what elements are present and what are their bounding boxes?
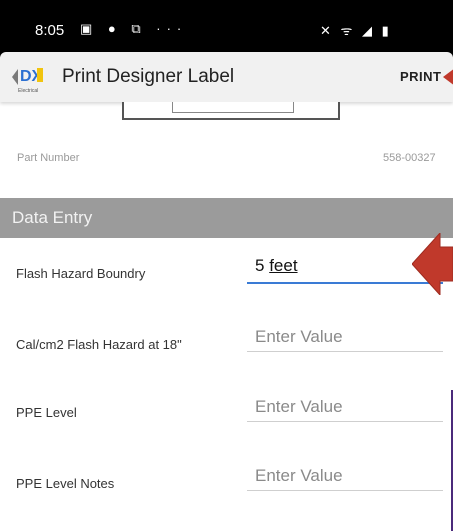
cal-flash-hazard-input[interactable] [247,322,443,352]
part-number-label: Part Number [17,152,80,164]
annotation-arrow-icon [412,233,453,295]
system-status-icons: ✕ ᯤ ◢ ▮ [320,23,392,38]
part-number-value: 558-00327 [383,152,436,164]
ppe-level-label: PPE Level [16,405,77,420]
cal-flash-hazard-label: Cal/cm2 Flash Hazard at 18" [16,337,182,352]
ppe-level-input[interactable] [247,392,443,422]
label-preview [122,102,340,120]
part-number-row: Part Number 558-00327 [0,140,453,180]
notification-icons: ▣ ● ⧉ ··· [80,21,188,36]
annotation-arrow-icon [443,68,453,86]
flash-hazard-label: Flash Hazard Boundry [16,266,146,281]
app-bar: DX Electrical Print Designer Label PRINT [0,52,453,102]
section-header: Data Entry [0,198,453,238]
print-button[interactable]: PRINT [400,69,442,84]
ppe-level-notes-input[interactable] [247,461,443,491]
flash-hazard-value: 5 feet [255,256,298,275]
ppe-level-notes-label: PPE Level Notes [16,476,115,491]
section-title: Data Entry [12,208,93,227]
svg-text:Electrical: Electrical [18,88,38,94]
app-title: Print Designer Label [62,66,235,87]
label-preview-inner [172,102,294,113]
app-logo-icon[interactable]: DX Electrical [10,59,50,95]
status-time: 8:05 [35,22,65,39]
